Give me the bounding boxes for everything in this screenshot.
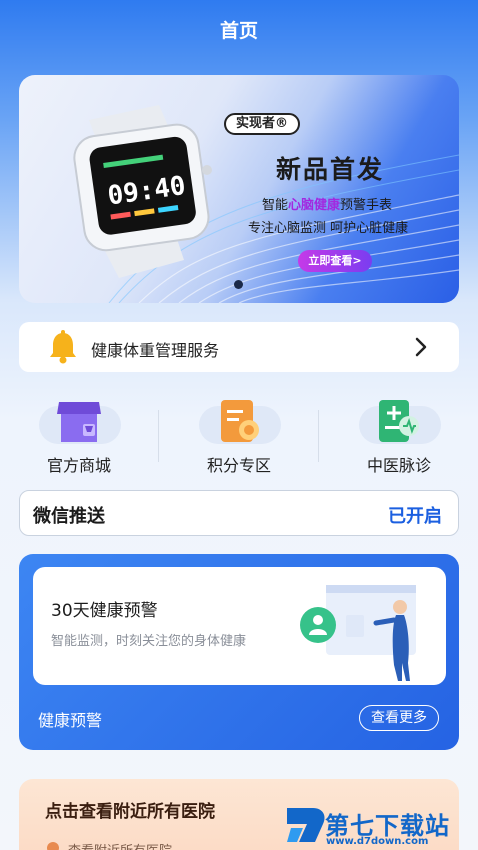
- banner-subtitle-1: 智能心脑健康预警手表: [262, 198, 393, 213]
- quick-entry-tcm-pulse[interactable]: 中医脉诊: [339, 398, 459, 478]
- banner-headline: 新品首发: [276, 155, 385, 184]
- wechat-push-status[interactable]: 已开启: [388, 502, 442, 528]
- nearby-hospitals-title: 点击查看附近所有医院: [45, 802, 215, 822]
- quick-entry-label: 积分专区: [206, 456, 271, 475]
- health-alert-subtitle: 智能监测，时刻关注您的身体健康: [51, 634, 247, 649]
- smartwatch-image: 09:40: [73, 105, 212, 278]
- brand-badge: 实现者®: [224, 113, 300, 135]
- health-monitor-illustration: [300, 585, 416, 681]
- points-icon: [221, 400, 259, 442]
- quick-entry-label: 官方商城: [46, 456, 111, 475]
- store-icon: [57, 402, 101, 442]
- promo-banner[interactable]: 09:40 实现者® 新品首发 智能心脑健康预警手表 专注心脑监测 呵护心脏健康…: [19, 75, 459, 303]
- weight-management-service-row[interactable]: [19, 322, 459, 372]
- quick-entry-points[interactable]: 积分专区: [179, 398, 299, 478]
- health-alert-label: 健康预警: [38, 711, 103, 730]
- banner-view-now-button[interactable]: 立即查看>: [298, 250, 372, 272]
- banner-subtitle-2: 专注心脑监测 呵护心脏健康: [248, 221, 409, 236]
- chevron-right-icon[interactable]: [414, 336, 428, 358]
- nearby-hospitals-subtitle: 查看附近所有医院: [68, 840, 172, 850]
- watermark-url: www.d7down.com: [326, 836, 429, 847]
- wechat-push-title: 微信推送: [33, 506, 105, 527]
- carousel-indicator-dot[interactable]: [234, 280, 243, 289]
- quick-entry-store[interactable]: 官方商城: [19, 398, 139, 478]
- view-more-button[interactable]: 查看更多: [359, 705, 439, 731]
- bell-icon: [50, 330, 76, 364]
- divider: [158, 410, 159, 462]
- service-label: 健康体重管理服务: [91, 341, 220, 360]
- tcm-pulse-icon: [379, 400, 419, 442]
- page-title: 首页: [219, 20, 258, 42]
- divider: [318, 410, 319, 462]
- quick-entry-label: 中医脉诊: [366, 456, 431, 475]
- health-alert-title: 30天健康预警: [51, 601, 158, 621]
- location-dot-icon: [47, 842, 59, 850]
